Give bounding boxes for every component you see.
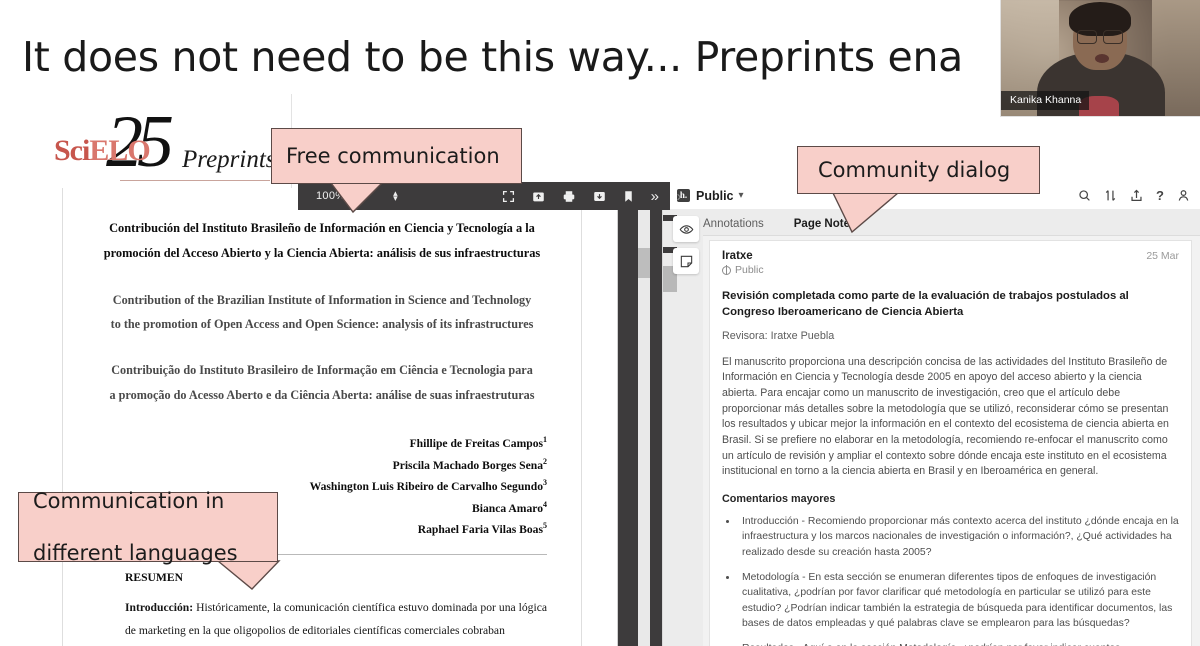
callout-different-languages: Communication in different languages bbox=[18, 489, 278, 565]
callout-community-dialog-text: Community dialog bbox=[818, 158, 1011, 182]
callout-community-dialog: Community dialog bbox=[797, 146, 1040, 194]
callout-different-languages-text: Communication in different languages bbox=[33, 488, 238, 567]
slide-root: It does not need to be this way... Prepr… bbox=[0, 0, 1200, 646]
callout-free-communication-text: Free communication bbox=[286, 144, 500, 168]
callout-languages-line1: Communication in bbox=[33, 488, 225, 513]
callout-languages-line2: different languages bbox=[33, 541, 238, 566]
callout-free-communication: Free communication bbox=[271, 128, 522, 184]
